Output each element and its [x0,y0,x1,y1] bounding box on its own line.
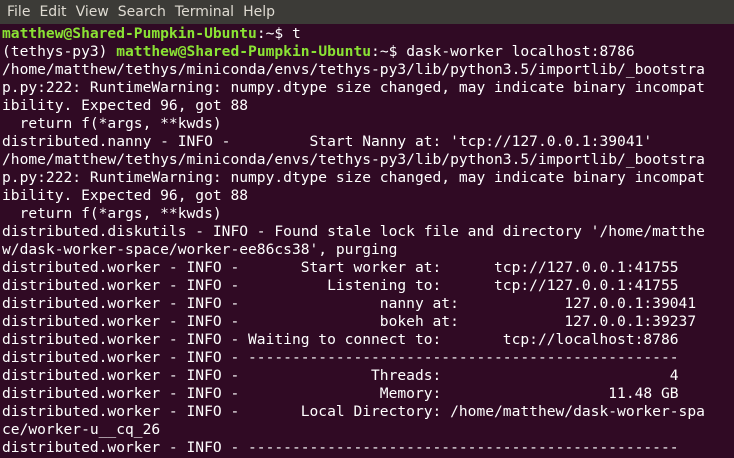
prompt-command: t [291,25,301,42]
output-line: distributed.worker - INFO - bokeh at: 12… [2,313,697,330]
prompt-line: matthew@Shared-Pumpkin-Ubuntu:~$ t [2,25,734,43]
prompt-user-host: matthew@Shared-Pumpkin-Ubuntu [116,43,372,60]
output-line: return f(*args, **kwds) [2,115,222,132]
output-line: /home/matthew/tethys/miniconda/envs/teth… [2,151,705,168]
menu-bar: File Edit View Search Terminal Help [0,0,734,24]
menu-edit[interactable]: Edit [36,0,72,24]
terminal-output[interactable]: matthew@Shared-Pumpkin-Ubuntu:~$ t (teth… [0,25,734,458]
output-line: return f(*args, **kwds) [2,205,222,222]
output-line: ibility. Expected 96, got 88 [2,97,249,114]
prompt-line: (tethys-py3) matthew@Shared-Pumpkin-Ubun… [2,43,734,61]
menu-help[interactable]: Help [240,0,281,24]
output-line: distributed.worker - INFO - Threads: 4 [2,367,679,384]
prompt-env: (tethys-py3) [2,43,117,60]
output-line: distributed.worker - INFO - Local Direct… [2,403,705,420]
prompt-path: :~$ [256,25,292,42]
prompt-command: dask-worker localhost:8786 [406,43,635,60]
output-line: /home/matthew/tethys/miniconda/envs/teth… [2,61,705,78]
output-line: distributed.worker - INFO - Waiting to c… [2,331,679,348]
output-line: ibility. Expected 96, got 88 [2,187,249,204]
output-line: distributed.worker - INFO - Listening to… [2,277,679,294]
menu-terminal[interactable]: Terminal [172,0,240,24]
output-line: distributed.worker - INFO - ------------… [2,349,679,366]
prompt-user-host: matthew@Shared-Pumpkin-Ubuntu [2,25,257,42]
menu-search[interactable]: Search [115,0,172,24]
prompt-path: :~$ [371,43,407,60]
menu-view[interactable]: View [73,0,115,24]
menu-file[interactable]: File [4,0,36,24]
output-line: distributed.worker - INFO - Memory: 11.4… [2,385,679,402]
output-line: distributed.worker - INFO - Start worker… [2,259,679,276]
output-line: distributed.worker - INFO - nanny at: 12… [2,295,697,312]
output-line: p.py:222: RuntimeWarning: numpy.dtype si… [2,169,705,186]
output-line: distributed.worker - INFO - ------------… [2,439,679,456]
output-line: distributed.diskutils - INFO - Found sta… [2,223,705,240]
output-line: ce/worker-u__cq_26 [2,421,161,438]
output-line: p.py:222: RuntimeWarning: numpy.dtype si… [2,79,705,96]
output-line: distributed.nanny - INFO - Start Nanny a… [2,133,653,150]
output-line: w/dask-worker-space/worker-ee86cs38', pu… [2,241,398,258]
